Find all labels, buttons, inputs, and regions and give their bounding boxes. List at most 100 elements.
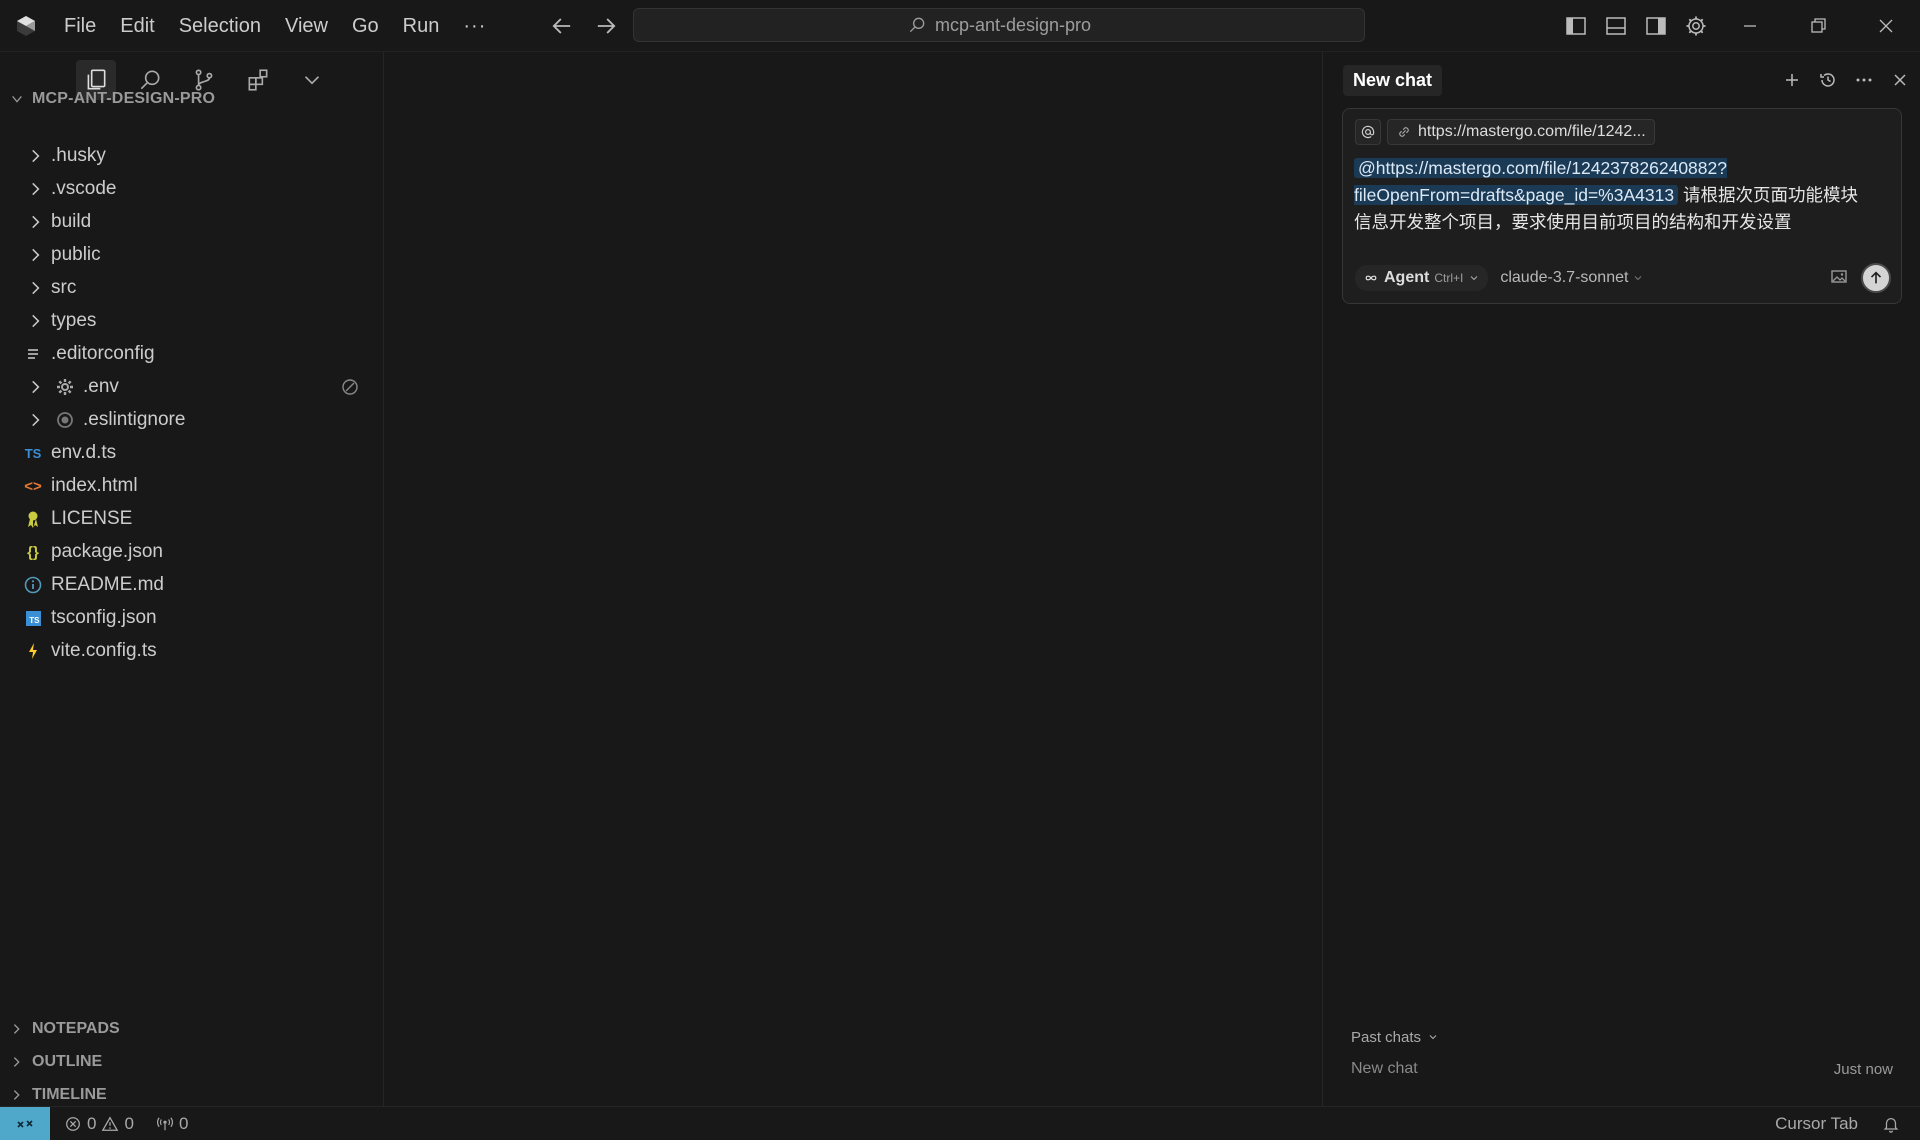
sidebar-left-icon bbox=[1566, 17, 1586, 35]
agent-mode-selector[interactable]: Agent Ctrl+I bbox=[1355, 265, 1489, 291]
send-button[interactable] bbox=[1861, 263, 1891, 293]
menu-edit[interactable]: Edit bbox=[120, 15, 154, 38]
section-outline[interactable]: OUTLINE bbox=[0, 1045, 384, 1078]
agent-shortcut: Ctrl+I bbox=[1434, 271, 1464, 285]
arrow-up-icon bbox=[1870, 271, 1882, 284]
tree-item-editorconfig[interactable]: .editorconfig bbox=[0, 337, 384, 370]
more-views-dropdown[interactable] bbox=[292, 60, 332, 100]
tree-item-package-json[interactable]: {} package.json bbox=[0, 535, 384, 568]
tree-item-husky[interactable]: .husky bbox=[0, 139, 384, 172]
history-button[interactable] bbox=[1815, 66, 1841, 94]
tree-item-label: README.md bbox=[51, 573, 164, 595]
tsconfig-icon-badge: TS bbox=[25, 610, 41, 626]
mention-line1: @https://mastergo.com/file/1242378262408… bbox=[1358, 158, 1727, 178]
chevron-down-icon bbox=[1470, 276, 1478, 281]
chat-composer[interactable]: https://mastergo.com/file/1242... @https… bbox=[1342, 108, 1902, 304]
menu-file[interactable]: File bbox=[64, 15, 96, 38]
lines-icon bbox=[28, 349, 38, 359]
toggle-secondary-sidebar[interactable] bbox=[1636, 0, 1676, 52]
tree-item-label: types bbox=[51, 309, 97, 331]
past-chats-label: Past chats bbox=[1351, 1028, 1422, 1046]
tree-item-label: public bbox=[51, 243, 101, 265]
menu-view[interactable]: View bbox=[285, 15, 328, 38]
chevron-right-icon bbox=[32, 215, 40, 229]
minimize-button[interactable] bbox=[1716, 0, 1784, 52]
back-arrow-icon[interactable] bbox=[548, 12, 576, 40]
section-notepads[interactable]: NOTEPADS bbox=[0, 1012, 384, 1045]
menu-more[interactable]: ··· bbox=[463, 15, 486, 38]
tree-item-vite-config[interactable]: vite.config.ts bbox=[0, 634, 384, 667]
tree-item-readme[interactable]: README.md bbox=[0, 568, 384, 601]
past-chats-toggle[interactable]: Past chats bbox=[1351, 1022, 1903, 1052]
add-context-button[interactable] bbox=[1355, 119, 1381, 145]
past-chat-item[interactable]: New chat Just now bbox=[1351, 1052, 1903, 1086]
past-chat-title: New chat bbox=[1351, 1060, 1418, 1077]
extensions-tab[interactable] bbox=[238, 60, 278, 100]
chevron-down-icon bbox=[12, 95, 22, 103]
bell-icon[interactable] bbox=[1882, 1115, 1900, 1133]
tree-item-src[interactable]: src bbox=[0, 271, 384, 304]
tree-item-license[interactable]: LICENSE bbox=[0, 502, 384, 535]
ts-icon: TS bbox=[24, 445, 42, 461]
tree-item-label: .husky bbox=[51, 144, 106, 166]
at-sign-icon bbox=[1361, 125, 1375, 139]
menu-go[interactable]: Go bbox=[352, 15, 379, 38]
tsconfig-icon: TS bbox=[22, 607, 44, 629]
tree-item-env-d-ts[interactable]: TS env.d.ts bbox=[0, 436, 384, 469]
info-icon bbox=[24, 576, 42, 594]
tree-item-eslintignore[interactable]: .eslintignore bbox=[0, 403, 384, 436]
tree-item-types[interactable]: types bbox=[0, 304, 384, 337]
model-selector[interactable]: claude-3.7-sonnet bbox=[1500, 269, 1644, 287]
tree-item-label: env.d.ts bbox=[51, 441, 117, 463]
nav-arrows bbox=[548, 12, 620, 40]
remote-indicator[interactable] bbox=[0, 1106, 50, 1140]
tree-item-env[interactable]: .env bbox=[0, 370, 384, 403]
tree-item-tsconfig[interactable]: TS tsconfig.json bbox=[0, 601, 384, 634]
circle-icon bbox=[57, 412, 73, 428]
gear-icon bbox=[57, 379, 73, 395]
status-right: Cursor Tab bbox=[1775, 1107, 1900, 1140]
explorer-root-header[interactable]: MCP-ANT-DESIGN-PRO bbox=[10, 90, 215, 108]
toggle-primary-sidebar[interactable] bbox=[1556, 0, 1596, 52]
chat-more-button[interactable] bbox=[1851, 66, 1877, 94]
minimize-icon bbox=[1744, 25, 1756, 27]
cursor-logo-icon bbox=[17, 16, 35, 36]
editor-area[interactable] bbox=[384, 52, 1322, 1106]
context-link-text: https://mastergo.com/file/1242... bbox=[1418, 123, 1646, 140]
chat-panel: New chat https://mastergo.com/file/1242.… bbox=[1322, 52, 1920, 1106]
problems-indicator[interactable]: 0 0 bbox=[64, 1114, 134, 1134]
chevron-right-icon bbox=[13, 1056, 20, 1067]
close-chat-button[interactable] bbox=[1887, 66, 1913, 94]
tree-item-index-html[interactable]: <> index.html bbox=[0, 469, 384, 502]
panel-bottom-icon bbox=[1606, 17, 1626, 35]
cursor-tab-status[interactable]: Cursor Tab bbox=[1775, 1114, 1858, 1134]
menu-run[interactable]: Run bbox=[403, 15, 440, 38]
new-chat-button[interactable] bbox=[1779, 66, 1805, 94]
tree-item-vscode[interactable]: .vscode bbox=[0, 172, 384, 205]
forward-arrow-icon[interactable] bbox=[592, 12, 620, 40]
tree-item-label: src bbox=[51, 276, 77, 298]
restore-button[interactable] bbox=[1784, 0, 1852, 52]
chevron-right-icon bbox=[32, 281, 40, 295]
chat-header: New chat bbox=[1343, 62, 1913, 98]
file-tree: .husky .vscode build public src types .e… bbox=[0, 139, 384, 667]
composer-right-actions bbox=[1829, 263, 1891, 293]
chat-tab[interactable]: New chat bbox=[1343, 64, 1443, 96]
prompt-text-line2: 信息开发整个项目，要求使用目前项目的结构和开发设置 bbox=[1354, 212, 1792, 232]
settings-button[interactable] bbox=[1676, 0, 1716, 52]
menu-selection[interactable]: Selection bbox=[179, 15, 261, 38]
chevron-down-icon bbox=[304, 76, 320, 85]
toggle-panel[interactable] bbox=[1596, 0, 1636, 52]
tree-item-label: .eslintignore bbox=[83, 408, 186, 430]
prompt-input[interactable]: @https://mastergo.com/file/1242378262408… bbox=[1354, 155, 1894, 236]
past-chats: Past chats New chat Just now bbox=[1351, 1022, 1903, 1086]
ports-indicator[interactable]: 0 bbox=[156, 1114, 188, 1134]
broadcast-icon bbox=[156, 1116, 173, 1130]
tree-item-label: package.json bbox=[51, 540, 163, 562]
tree-item-public[interactable]: public bbox=[0, 238, 384, 271]
context-link-pill[interactable]: https://mastergo.com/file/1242... bbox=[1387, 119, 1655, 145]
close-window-button[interactable] bbox=[1852, 0, 1920, 52]
attach-image-button[interactable] bbox=[1829, 266, 1849, 291]
tree-item-build[interactable]: build bbox=[0, 205, 384, 238]
command-center-search[interactable]: mcp-ant-design-pro bbox=[633, 8, 1365, 42]
